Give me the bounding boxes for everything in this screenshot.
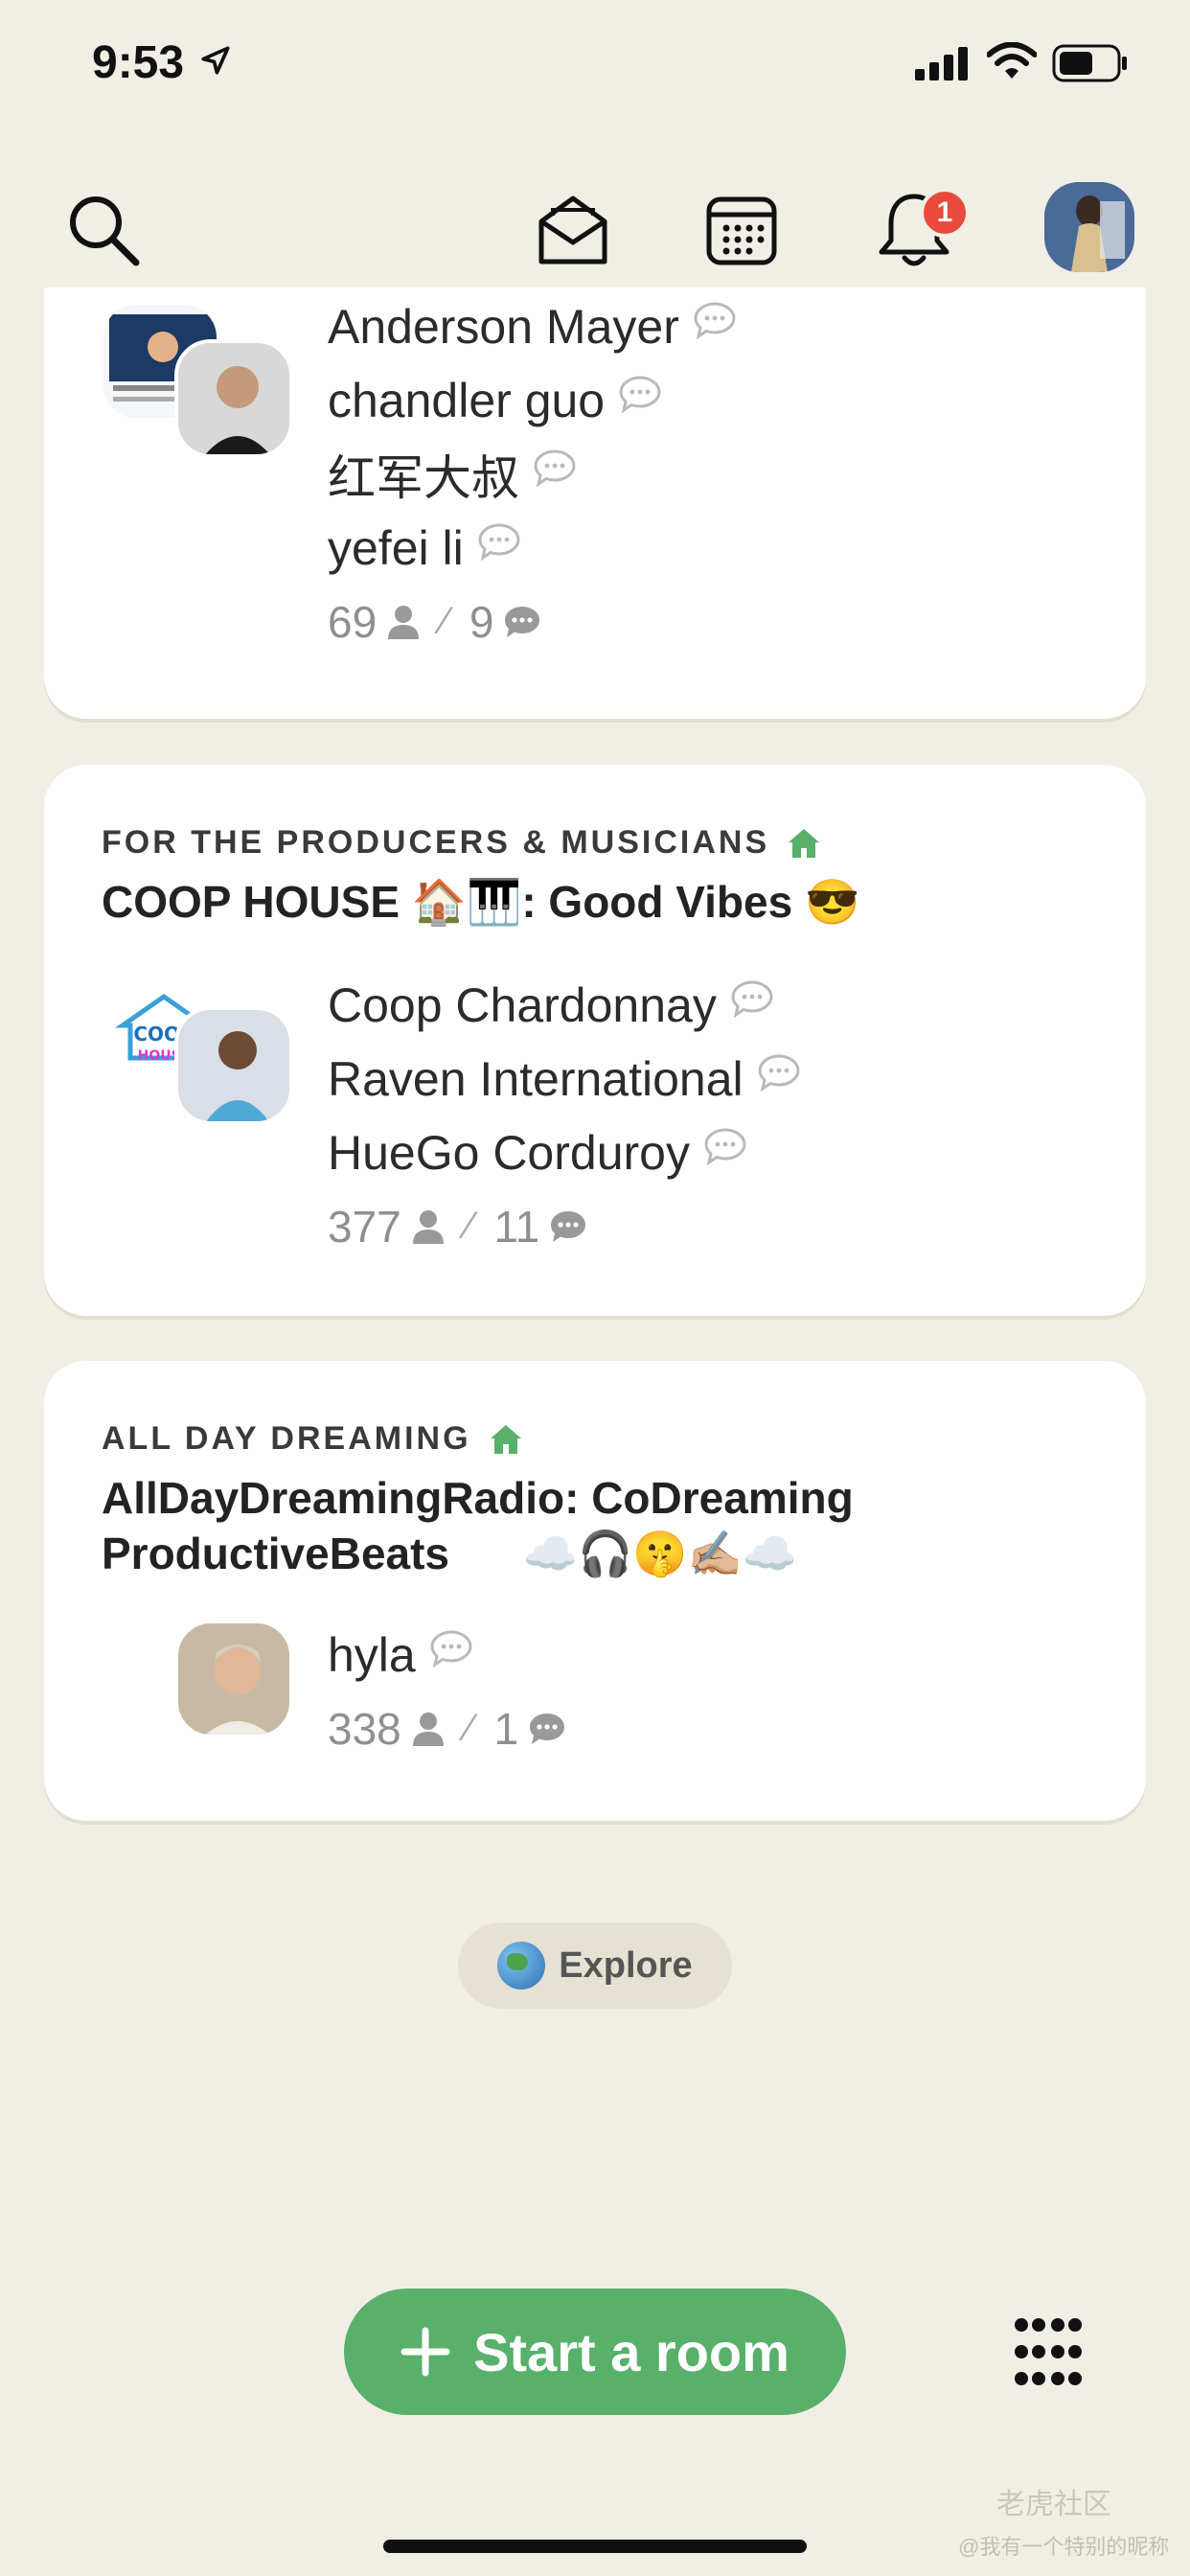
speaker-row: HueGo Corduroy [328, 1116, 801, 1189]
speaker-row: Coop Chardonnay [328, 968, 801, 1042]
envelope-open-icon [538, 196, 607, 264]
speaker-row: hyla [328, 1618, 566, 1691]
plus-icon [400, 2327, 450, 2377]
room-counts: 377 ⁄ 11 [328, 1189, 801, 1263]
cellular-signal-icon [915, 47, 968, 80]
speaker-name: HueGo Corduroy [328, 1125, 690, 1180]
location-arrow-icon [201, 46, 230, 75]
invite-button[interactable] [525, 182, 621, 278]
speaker-name: chandler guo [328, 373, 606, 427]
dots-grid-icon [1015, 2318, 1082, 2385]
battery-icon [1052, 44, 1127, 82]
chat-bubble-icon [478, 522, 520, 561]
person-icon [412, 1209, 444, 1244]
speaker-row: chandler guo [328, 363, 737, 437]
avatar [174, 339, 293, 458]
top-navigation: 1 [0, 182, 1190, 288]
notification-badge: 1 [920, 188, 970, 238]
club-name-row: FOR THE PRODUCERS & MUSICIANS [102, 824, 821, 862]
chat-bubble-icon [758, 1053, 800, 1092]
room-title: AllDayDreamingRadio: CoDreaming Producti… [102, 1470, 854, 1581]
divider-slash: ⁄ [466, 1205, 473, 1247]
chat-filled-icon [551, 1210, 586, 1242]
explore-label: Explore [559, 1944, 693, 1986]
speaker-name: Coop Chardonnay [328, 978, 717, 1032]
speaker-name: Anderson Mayer [328, 299, 679, 354]
speaker-count: 9 [469, 596, 494, 647]
speaker-avatars: COOP HOUSE [100, 968, 293, 1131]
speaker-name: hyla [328, 1627, 416, 1682]
speaker-row: Anderson Mayer [328, 289, 737, 363]
watermark-handle: @我有一个特别的昵称 [958, 2535, 1170, 2559]
speaker-row: Raven International [328, 1042, 801, 1116]
person-icon [412, 1712, 444, 1746]
speaker-name: yefei li [328, 520, 464, 575]
listener-count: 377 [328, 1201, 401, 1252]
chat-bubble-icon [430, 1629, 472, 1668]
listener-count: 69 [328, 596, 378, 647]
person-icon [388, 605, 420, 639]
speaker-row: yefei li [328, 511, 737, 585]
divider-slash: ⁄ [466, 1707, 473, 1749]
profile-avatar[interactable] [1044, 182, 1134, 272]
profile-photo [1044, 182, 1134, 272]
speaker-row: 红军大叔 [328, 437, 737, 511]
room-counts: 338 ⁄ 1 [328, 1691, 566, 1765]
chat-bubble-icon [534, 448, 576, 487]
start-room-button[interactable]: Start a room [344, 2288, 846, 2415]
room-counts: 69 ⁄ 9 [328, 585, 737, 658]
avatar [174, 1620, 293, 1738]
chat-filled-icon [530, 1713, 565, 1744]
speaker-avatars [100, 301, 293, 464]
speaker-name: 红军大叔 [328, 450, 519, 505]
divider-slash: ⁄ [442, 600, 448, 642]
house-icon [490, 1424, 521, 1454]
club-name-row: ALL DAY DREAMING [102, 1420, 523, 1458]
chat-bubble-icon [731, 979, 773, 1018]
status-bar: 9:53 [0, 0, 1190, 134]
club-name: FOR THE PRODUCERS & MUSICIANS [102, 824, 770, 861]
speaker-list: hyla 338 ⁄ 1 [328, 1618, 566, 1765]
room-title-line: ProductiveBeats ☁️🎧🤫✍🏼☁️ [102, 1529, 798, 1578]
speaker-avatars [174, 1620, 299, 1744]
wifi-icon [987, 42, 1037, 79]
explore-button[interactable]: Explore [458, 1922, 732, 2009]
avatar [174, 1006, 293, 1125]
search-icon [70, 196, 140, 266]
chat-filled-icon [505, 606, 540, 637]
chat-bubble-icon [704, 1127, 746, 1165]
home-indicator [383, 2540, 807, 2553]
room-card[interactable]: FOR THE PRODUCERS & MUSICIANS COOP HOUSE… [44, 765, 1146, 1316]
room-card[interactable]: ALL DAY DREAMING AllDayDreamingRadio: Co… [44, 1361, 1146, 1821]
room-card[interactable]: Anderson Mayer chandler guo 红军大叔 yefei l… [44, 288, 1146, 719]
listener-count: 338 [328, 1703, 401, 1754]
chat-bubble-icon [619, 375, 661, 413]
calendar-button[interactable] [694, 182, 790, 278]
room-title: COOP HOUSE 🏠🎹: Good Vibes 😎 [102, 877, 860, 927]
club-name: ALL DAY DREAMING [102, 1420, 471, 1457]
clock: 9:53 [92, 37, 185, 88]
search-button[interactable] [56, 182, 151, 278]
globe-icon [497, 1942, 546, 1990]
speaker-name: Raven International [328, 1051, 744, 1106]
speaker-list: Anderson Mayer chandler guo 红军大叔 yefei l… [328, 289, 737, 658]
speaker-count: 1 [493, 1703, 519, 1754]
backchannel-grid-button[interactable] [1012, 2315, 1085, 2388]
calendar-icon [706, 196, 777, 265]
chat-bubble-icon [694, 301, 736, 339]
speaker-count: 11 [493, 1201, 540, 1252]
start-room-label: Start a room [473, 2321, 790, 2382]
house-icon [789, 828, 820, 858]
watermark-brand: 老虎社区 [996, 2489, 1111, 2520]
room-title-line: AllDayDreamingRadio: CoDreaming [102, 1473, 854, 1523]
speaker-list: Coop Chardonnay Raven International HueG… [328, 968, 801, 1263]
